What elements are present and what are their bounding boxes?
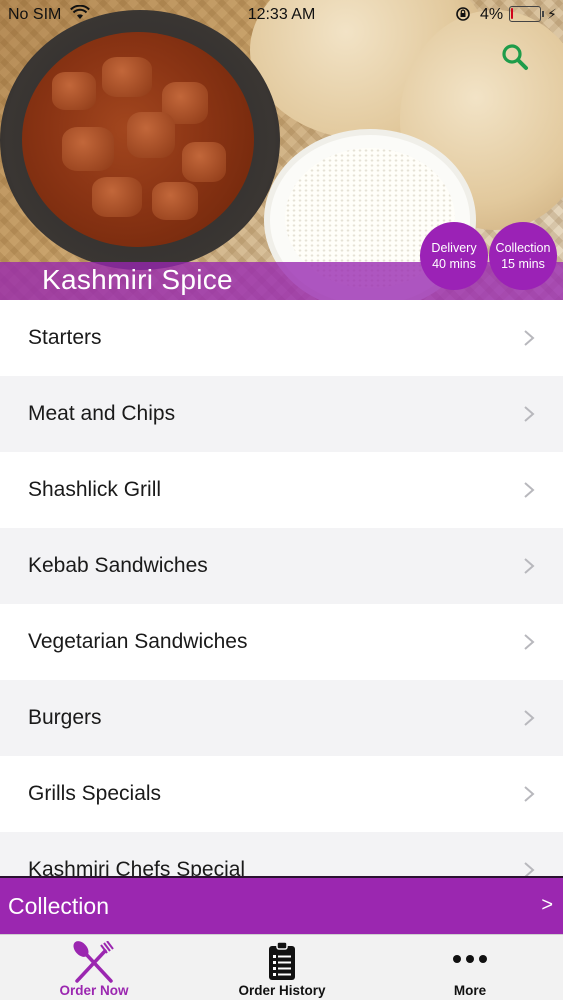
rotation-lock-icon xyxy=(455,6,471,27)
delivery-time: 40 mins xyxy=(432,257,476,271)
menu-category-item[interactable]: Kebab Sandwiches xyxy=(0,528,563,604)
tab-more-label: More xyxy=(453,983,487,998)
battery-icon xyxy=(509,6,544,22)
hero-banner: Kashmiri Spice Delivery 40 mins Collecti… xyxy=(0,0,563,300)
collection-label: Collection xyxy=(495,241,551,255)
menu-category-item[interactable]: Vegetarian Sandwiches xyxy=(0,604,563,680)
menu-category-item[interactable]: Burgers xyxy=(0,680,563,756)
tab-more[interactable]: More xyxy=(376,935,563,1000)
battery-level xyxy=(511,8,513,19)
clock: 12:33 AM xyxy=(247,6,316,23)
menu-category-item[interactable]: Shashlick Grill xyxy=(0,452,563,528)
curry-image xyxy=(22,32,254,247)
search-icon[interactable] xyxy=(500,42,530,72)
menu-category-label: Kashmiri Chefs Special xyxy=(28,858,246,876)
status-bar: No SIM 12:33 AM 4% ⚡ xyxy=(0,0,563,30)
chevron-right-icon xyxy=(523,710,535,726)
chevron-right-icon xyxy=(523,406,535,422)
fork-knife-icon xyxy=(71,940,117,988)
menu-category-label: Burgers xyxy=(28,706,102,729)
menu-category-item[interactable]: Meat and Chips xyxy=(0,376,563,452)
chevron-right-icon xyxy=(523,786,535,802)
collection-bar[interactable]: Collection > xyxy=(0,876,563,934)
chevron-right-icon xyxy=(523,634,535,650)
menu-category-label: Shashlick Grill xyxy=(28,478,162,501)
chevron-right-icon xyxy=(523,558,535,574)
menu-category-label: Kebab Sandwiches xyxy=(28,554,208,577)
delivery-label: Delivery xyxy=(431,241,477,255)
chevron-right-icon xyxy=(523,482,535,498)
menu-category-item[interactable]: Kashmiri Chefs Special xyxy=(0,832,563,876)
clipboard-list-icon xyxy=(268,941,296,986)
tab-order-now[interactable]: Order Now xyxy=(0,935,188,1000)
more-dots-icon xyxy=(452,951,488,969)
delivery-time-badge: Delivery 40 mins xyxy=(420,222,488,290)
collection-time-badge: Collection 15 mins xyxy=(489,222,557,290)
collection-bar-arrow: > xyxy=(541,894,553,916)
chevron-right-icon xyxy=(523,330,535,346)
battery-percent: 4% xyxy=(480,6,504,23)
restaurant-name: Kashmiri Spice xyxy=(42,264,233,295)
collection-time: 15 mins xyxy=(501,257,545,271)
collection-bar-label: Collection xyxy=(8,892,109,919)
menu-category-label: Starters xyxy=(28,326,102,349)
menu-category-label: Meat and Chips xyxy=(28,402,176,425)
menu-category-label: Grills Specials xyxy=(28,782,162,805)
tab-bar: Order Now Order History More xyxy=(0,934,563,1000)
menu-category-item[interactable]: Starters xyxy=(0,300,563,376)
menu-category-item[interactable]: Grills Specials xyxy=(0,756,563,832)
menu-category-list: Starters Meat and Chips Shashlick Grill Keb… xyxy=(0,300,563,876)
tab-order-history-label: Order History xyxy=(238,983,326,998)
menu-category-label: Vegetarian Sandwiches xyxy=(28,630,248,653)
charging-icon: ⚡ xyxy=(547,6,557,22)
tab-order-history[interactable]: Order History xyxy=(188,935,376,1000)
tab-order-now-label: Order Now xyxy=(59,983,129,998)
chevron-right-icon xyxy=(523,862,535,876)
